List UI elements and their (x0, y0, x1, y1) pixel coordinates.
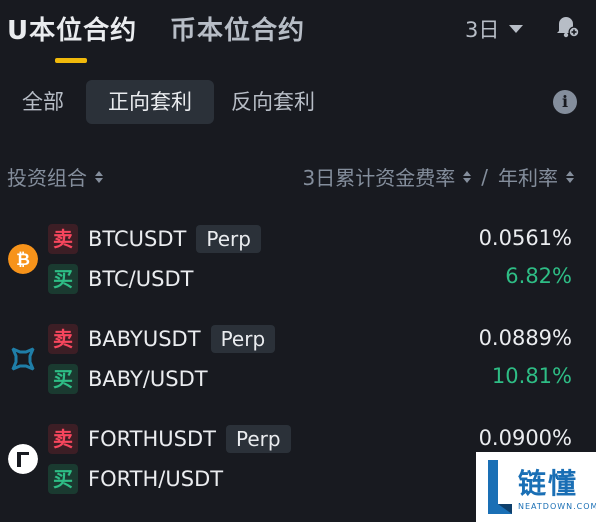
spot-symbol: FORTH/USDT (88, 467, 224, 491)
buy-badge: 买 (48, 464, 78, 494)
perp-tag: Perp (226, 425, 291, 453)
column-portfolio-label: 投资组合 (7, 166, 87, 190)
tab-usdt-margined[interactable]: U本位合约 (7, 10, 137, 47)
spot-symbol: BABY/USDT (88, 367, 208, 391)
sell-leg: 卖 BABYUSDT Perp (48, 322, 276, 356)
info-icon[interactable]: i (553, 90, 577, 114)
filter-positive-arbitrage[interactable]: 正向套利 (86, 80, 214, 124)
active-tab-indicator (55, 58, 87, 63)
buy-leg: 买 FORTH/USDT (48, 462, 223, 496)
buy-badge: 买 (48, 264, 78, 294)
annual-rate: 10.81% (491, 364, 572, 388)
column-header: 投资组合 3日累计资金费率 / 年利率 (0, 158, 596, 194)
tab-coin-margined[interactable]: 币本位合约 (170, 10, 305, 47)
sort-icon[interactable] (566, 170, 574, 183)
column-separator: / (481, 164, 488, 189)
contract-type-tabs: U本位合约 币本位合约 3日 (0, 0, 596, 66)
annual-rate: 6.82% (505, 264, 572, 288)
buy-badge: 买 (48, 364, 78, 394)
chevron-down-icon (509, 25, 524, 33)
sell-badge: 卖 (48, 424, 78, 454)
perp-tag: Perp (210, 325, 276, 353)
perp-symbol: BTCUSDT (88, 227, 187, 251)
sell-leg: 卖 BTCUSDT Perp (48, 222, 261, 256)
sort-icon[interactable] (463, 170, 472, 183)
buy-leg: 买 BABY/USDT (48, 362, 208, 396)
svg-text:₿: ₿ (16, 250, 30, 270)
funding-rate: 0.0889% (478, 326, 572, 350)
watermark-logo: 链懂 NEATDOWN.COM (476, 452, 596, 522)
watermark-title: 链懂 (518, 467, 579, 500)
column-rates: 3日累计资金费率 / 年利率 (303, 162, 574, 191)
perp-symbol: BABYUSDT (88, 327, 201, 351)
sell-badge: 卖 (48, 224, 78, 254)
arbitrage-filter-tabs: 全部 正向套利 反向套利 (0, 80, 596, 124)
list-item[interactable]: 卖 BABYUSDT Perp 买 BABY/USDT 0.0889% 10.8… (0, 320, 596, 404)
sell-leg: 卖 FORTHUSDT Perp (48, 422, 291, 456)
watermark-subtitle: NEATDOWN.COM (518, 502, 596, 511)
perp-tag: Perp (196, 225, 261, 253)
buy-leg: 买 BTC/USDT (48, 262, 193, 296)
perp-symbol: FORTHUSDT (88, 427, 216, 451)
notification-bell-icon[interactable] (553, 12, 581, 40)
column-funding-rate-label[interactable]: 3日累计资金费率 (303, 162, 456, 191)
baby-icon (8, 344, 38, 374)
sell-badge: 卖 (48, 324, 78, 354)
sort-portfolio[interactable]: 投资组合 (7, 162, 103, 191)
filter-reverse-arbitrage[interactable]: 反向套利 (231, 80, 315, 124)
spot-symbol: BTC/USDT (88, 267, 194, 291)
watermark-l-icon (488, 460, 512, 514)
funding-rate: 0.0900% (478, 426, 572, 450)
filter-all[interactable]: 全部 (22, 80, 64, 124)
list-item[interactable]: ₿ 卖 BTCUSDT Perp 买 BTC/USDT 0.0561% 6.82… (0, 220, 596, 304)
period-selector[interactable]: 3日 (465, 14, 524, 44)
btc-icon: ₿ (8, 244, 38, 274)
period-label: 3日 (465, 18, 500, 42)
funding-rate: 0.0561% (478, 226, 572, 250)
column-apr-label[interactable]: 年利率 (498, 162, 558, 191)
forth-icon (8, 444, 38, 474)
sort-icon (95, 170, 103, 183)
